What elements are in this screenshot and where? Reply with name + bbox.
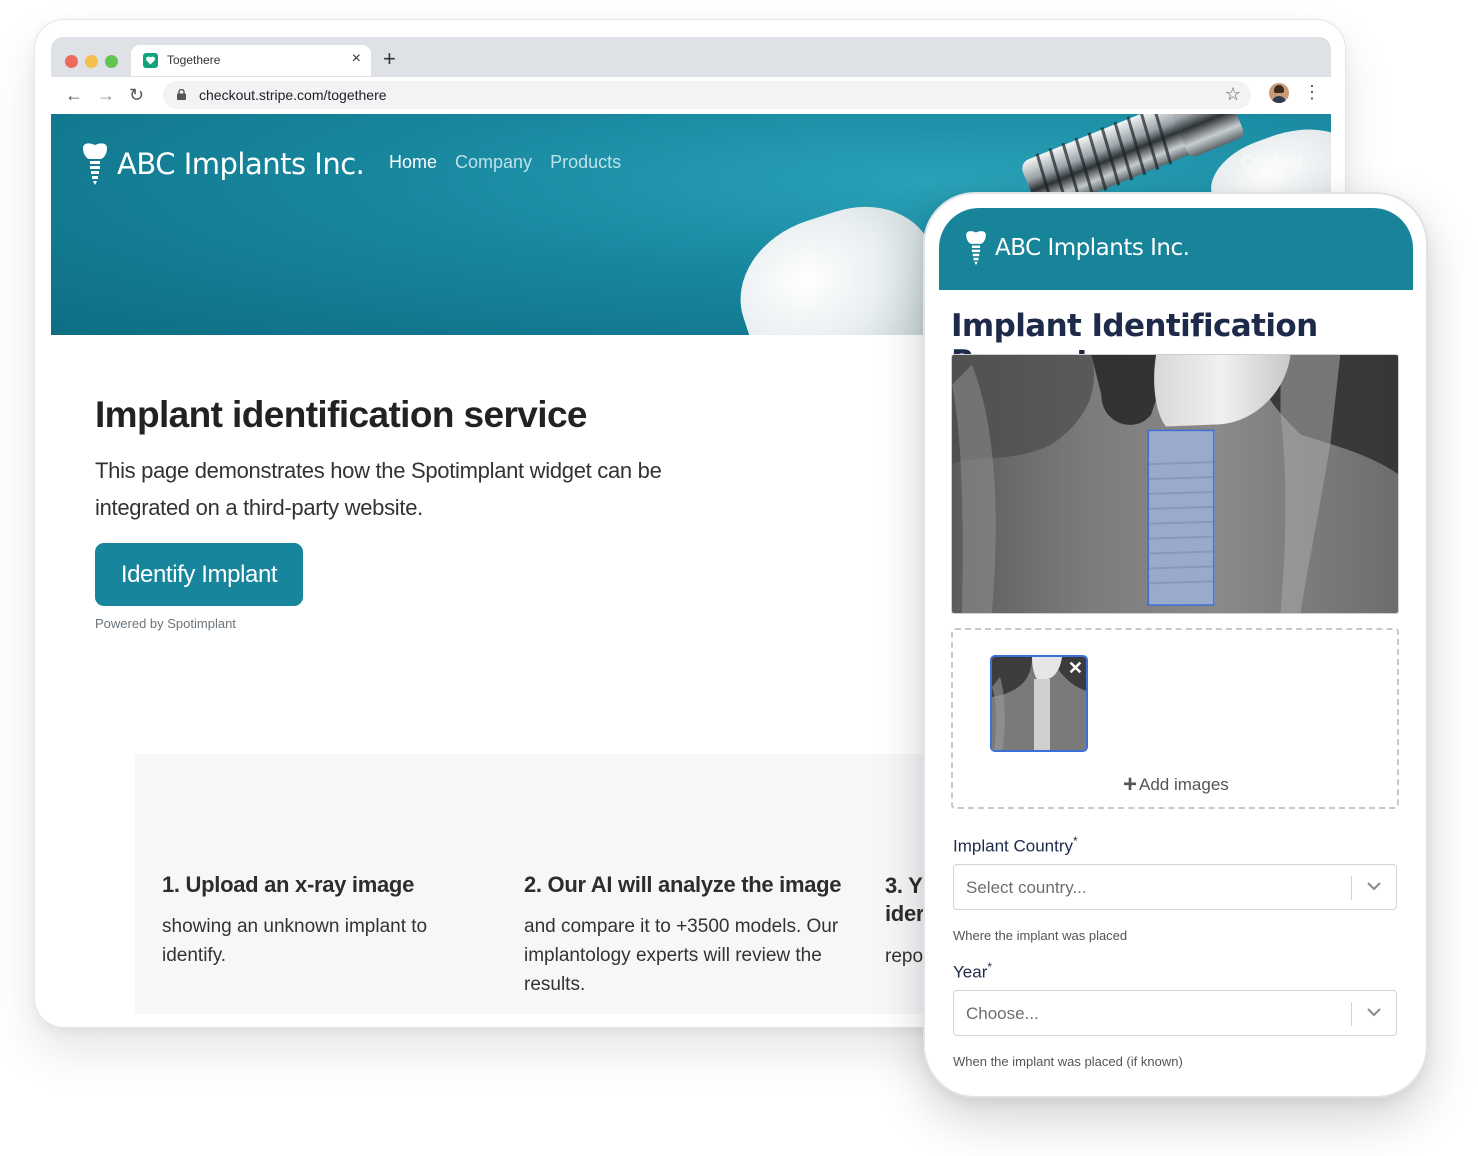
year-select[interactable]: Choose... bbox=[953, 990, 1397, 1036]
browser-tab[interactable]: Togethere × bbox=[131, 45, 371, 76]
phone-header: ABC Implants Inc. bbox=[939, 208, 1413, 290]
add-images-button[interactable]: + Add images bbox=[1123, 771, 1229, 798]
country-label: Implant Country* bbox=[953, 834, 1078, 856]
nav-company[interactable]: Company bbox=[455, 152, 532, 173]
tooth-implant-logo-icon bbox=[966, 231, 986, 266]
step-text: and compare it to +3500 models. Our impl… bbox=[524, 916, 839, 995]
page-description: This page demonstrates how the Spotimpla… bbox=[95, 458, 662, 520]
forward-arrow-icon[interactable]: → bbox=[97, 85, 115, 105]
page-title: Implant identification service bbox=[95, 394, 588, 435]
address-bar[interactable]: checkout.stripe.com/togethere ☆ bbox=[163, 81, 1251, 109]
select-separator bbox=[1351, 876, 1352, 900]
browser-toolbar: ← → ↻ checkout.stripe.com/togethere ☆ ⋮ bbox=[51, 77, 1331, 114]
implant-detection-box bbox=[1147, 429, 1215, 606]
step-upload: 1. Upload an x-ray image showing an unkn… bbox=[162, 872, 462, 970]
nav-contact[interactable]: Contact bbox=[1241, 152, 1303, 173]
plus-icon: + bbox=[1123, 771, 1138, 798]
year-help-text: When the implant was placed (if known) bbox=[953, 1054, 1183, 1069]
country-select[interactable]: Select country... bbox=[953, 864, 1397, 910]
url-text[interactable]: checkout.stripe.com/togethere bbox=[199, 87, 387, 103]
main-nav: Home Company Products bbox=[389, 152, 621, 173]
nav-products[interactable]: Products bbox=[550, 152, 621, 173]
back-arrow-icon[interactable]: ← bbox=[65, 85, 83, 105]
new-tab-button[interactable]: + bbox=[383, 45, 396, 73]
year-label: Year* bbox=[953, 960, 993, 982]
country-placeholder: Select country... bbox=[966, 878, 1087, 897]
step-text: showing an unknown implant to identify. bbox=[162, 916, 428, 966]
year-placeholder: Choose... bbox=[966, 1004, 1039, 1023]
xray-preview-image bbox=[951, 354, 1399, 614]
lock-icon bbox=[177, 89, 186, 100]
close-window-button[interactable] bbox=[65, 55, 78, 68]
profile-avatar[interactable] bbox=[1269, 83, 1289, 103]
brand-name: ABC Implants Inc. bbox=[995, 235, 1190, 261]
image-upload-dropzone[interactable]: ✕ + Add images bbox=[951, 628, 1399, 809]
country-help-text: Where the implant was placed bbox=[953, 928, 1128, 943]
browser-menu-icon[interactable]: ⋮ bbox=[1303, 82, 1321, 102]
phone-screen: ABC Implants Inc. Implant Identification… bbox=[939, 208, 1413, 1084]
tab-title: Togethere bbox=[167, 53, 221, 67]
remove-image-icon[interactable]: ✕ bbox=[1068, 658, 1083, 678]
minimize-window-button[interactable] bbox=[85, 55, 98, 68]
chevron-down-icon bbox=[1367, 882, 1381, 891]
phone-brand[interactable]: ABC Implants Inc. bbox=[961, 230, 1190, 266]
tooth-implant-logo-icon bbox=[83, 143, 107, 185]
step-analyze: 2. Our AI will analyze the image and com… bbox=[524, 872, 864, 999]
step-title: 1. Upload an x-ray image bbox=[162, 872, 414, 897]
chevron-down-icon bbox=[1367, 1008, 1381, 1017]
nav-home[interactable]: Home bbox=[389, 152, 437, 173]
reload-icon[interactable]: ↻ bbox=[129, 85, 144, 105]
site-brand[interactable]: ABC Implants Inc. bbox=[77, 142, 365, 186]
step-title: 2. Our AI will analyze the image bbox=[524, 872, 842, 897]
powered-by-text: Powered by Spotimplant bbox=[95, 616, 236, 631]
togethere-favicon-icon bbox=[143, 53, 158, 68]
add-images-label: Add images bbox=[1139, 775, 1229, 794]
tab-close-icon[interactable]: × bbox=[352, 50, 361, 68]
select-separator bbox=[1351, 1002, 1352, 1026]
brand-name: ABC Implants Inc. bbox=[117, 147, 365, 181]
identify-implant-button[interactable]: Identify Implant bbox=[95, 543, 303, 606]
phone-mockup: ABC Implants Inc. Implant Identification… bbox=[923, 192, 1428, 1098]
uploaded-image-thumbnail[interactable]: ✕ bbox=[990, 655, 1088, 752]
maximize-window-button[interactable] bbox=[105, 55, 118, 68]
bookmark-star-icon[interactable]: ☆ bbox=[1225, 84, 1241, 105]
